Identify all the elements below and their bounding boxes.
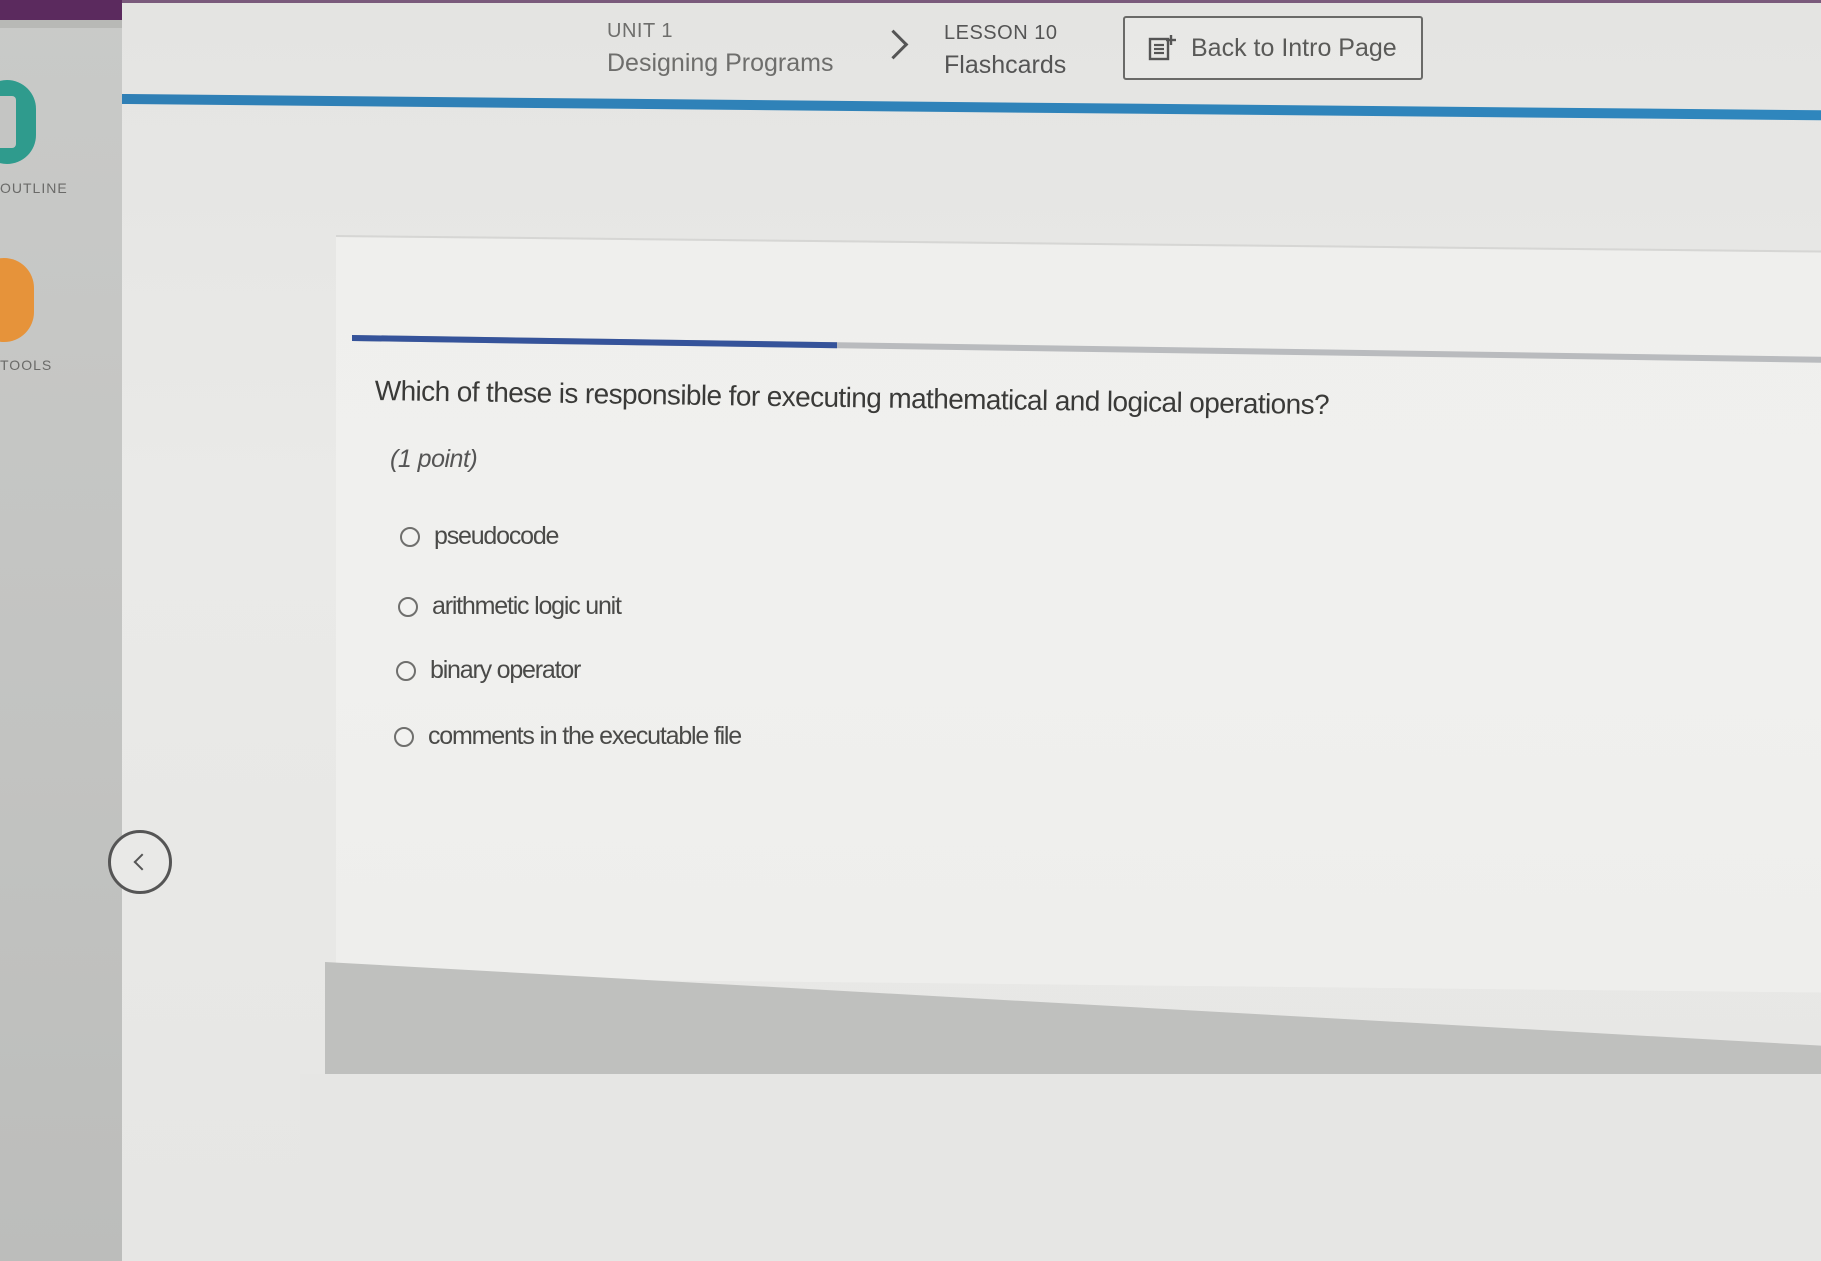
answer-option-binary-operator[interactable]: binary operator [396,656,581,685]
intro-page-icon [1148,35,1176,61]
radio-button[interactable] [398,596,418,617]
answer-option-label: comments in the executable file [428,722,742,750]
radio-button[interactable] [400,526,420,547]
answer-option-label: arithmetic logic unit [432,592,622,620]
breadcrumb-unit[interactable]: UNIT 1 Designing Programs [607,20,834,78]
back-to-intro-button[interactable]: Back to Intro Page [1123,16,1423,80]
sidebar-top-strip [0,20,122,28]
page: OUTLINE TOOLS UNIT 1 Designing Programs … [0,0,1821,1261]
breadcrumb-lesson[interactable]: LESSON 10 Flashcards [944,22,1066,80]
unit-title: Designing Programs [607,49,834,77]
unit-label: UNIT 1 [607,20,673,42]
bottom-area [300,1074,1821,1261]
lesson-label: LESSON 10 [944,22,1058,44]
answer-option-comments[interactable]: comments in the executable file [394,722,742,751]
answer-option-label: binary operator [430,656,581,684]
tools-icon[interactable] [0,258,34,342]
question-points: (1 point) [390,445,478,473]
chevron-left-icon [133,853,151,871]
answer-option-alu[interactable]: arithmetic logic unit [398,592,622,621]
sidebar-item-outline-label[interactable]: OUTLINE [0,180,68,196]
previous-question-button[interactable] [108,830,172,894]
radio-button[interactable] [394,726,414,747]
left-sidebar: OUTLINE TOOLS [0,0,122,1261]
back-to-intro-label: Back to Intro Page [1191,33,1397,62]
answer-option-label: pseudocode [434,522,559,550]
sidebar-top-accent [0,0,122,20]
sidebar-item-tools-label[interactable]: TOOLS [0,357,52,373]
outline-icon[interactable] [0,80,36,164]
lesson-title: Flashcards [944,51,1067,79]
answer-option-pseudocode[interactable]: pseudocode [400,522,559,551]
radio-button[interactable] [396,660,416,681]
breadcrumb-chevron-icon [878,29,909,60]
